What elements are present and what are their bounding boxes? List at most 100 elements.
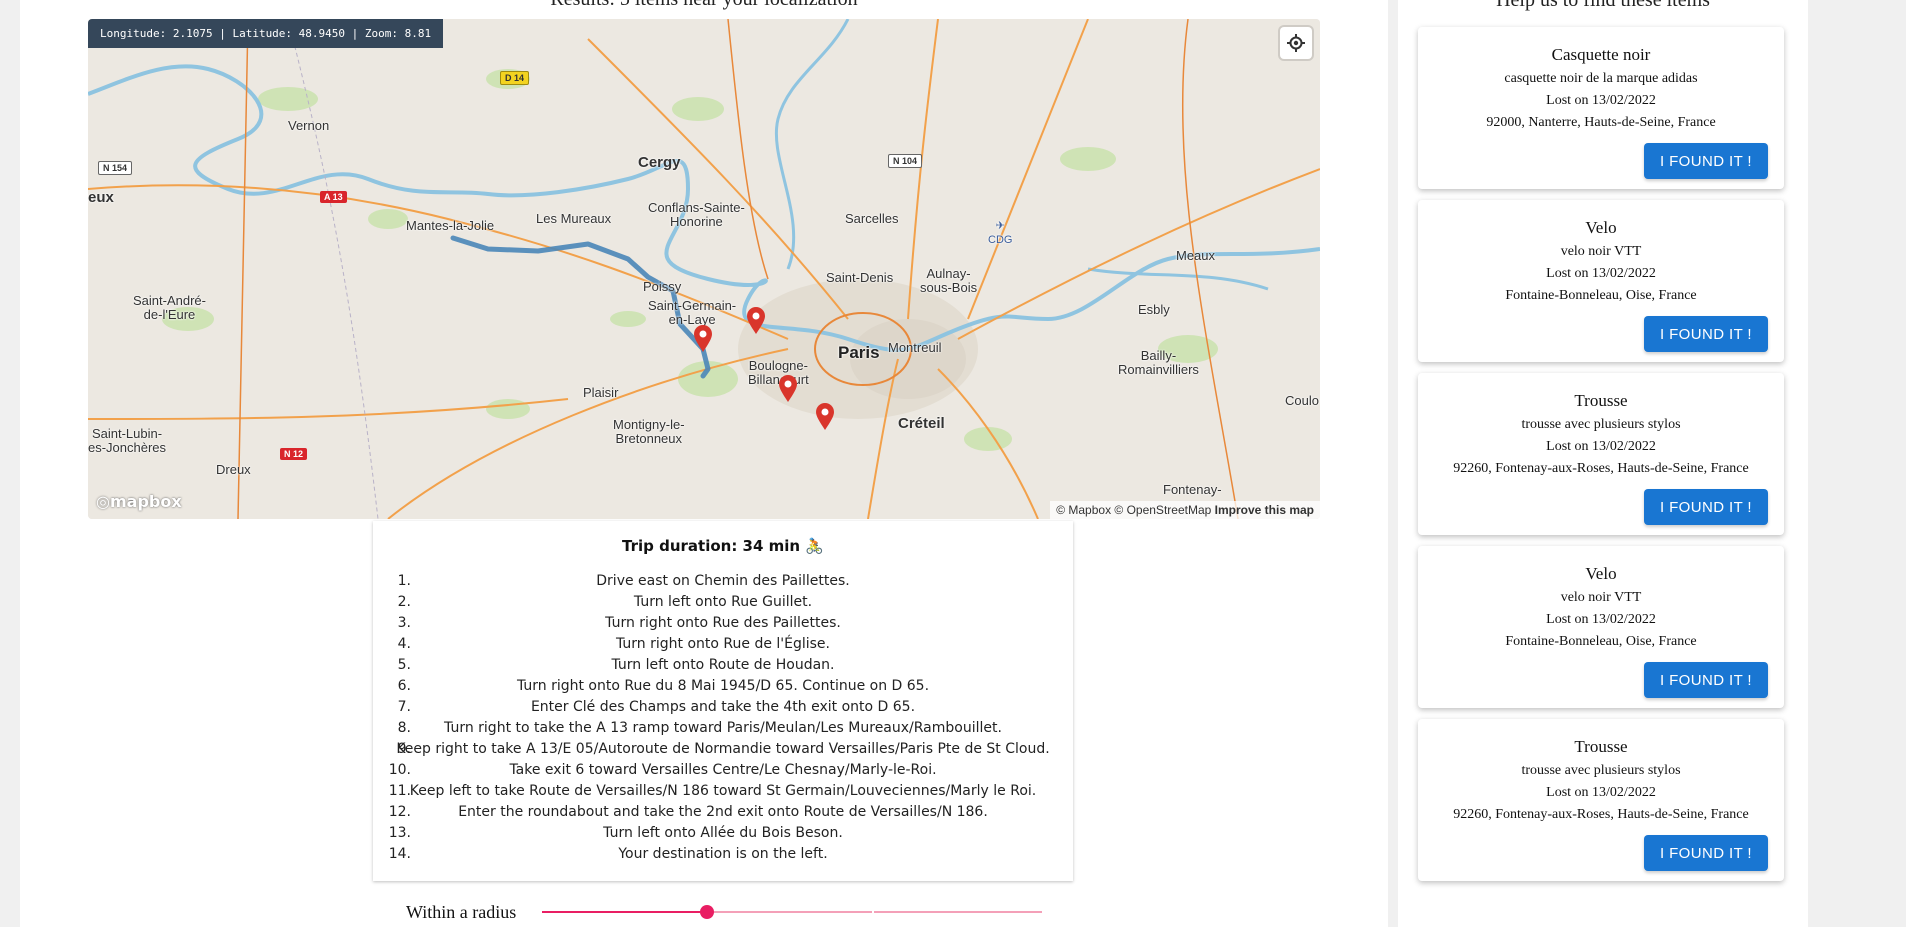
direction-step-text: Keep left to take Route de Versailles/N … (409, 783, 1037, 799)
lost-item-location: 92260, Fontenay-aux-Roses, Hauts-de-Sein… (1453, 461, 1749, 476)
left-panel: Results: 5 items near your localization (20, 0, 1388, 927)
map-attribution: © Mapbox © OpenStreetMap Improve this ma… (1050, 501, 1320, 519)
place-label: Sarcelles (845, 211, 899, 226)
place-label: Montigny-le- Bretonneux (613, 417, 685, 446)
place-label: Saint-Germain- en-Laye (648, 298, 737, 327)
i-found-it-button[interactable]: I FOUND IT ! (1643, 489, 1768, 525)
direction-step-text: Turn right onto Rue de l'Église. (615, 636, 830, 652)
i-found-it-button[interactable]: I FOUND IT ! (1643, 835, 1768, 871)
place-label: Coulo (1285, 393, 1319, 408)
mapbox-logo-text: mapbox (109, 492, 182, 511)
direction-step: 12. Enter the roundabout and take the 2nd… (373, 802, 1073, 823)
direction-step-number: 3. (397, 615, 411, 631)
direction-step-text: Drive east on Chemin des Paillettes. (596, 573, 850, 589)
place-label: Fontenay- (1163, 482, 1222, 497)
direction-step-number: 4. (397, 636, 411, 652)
direction-step: 8. Turn right to take the A 13 ramp towar… (373, 718, 1073, 739)
place-label: Bailly- Romainvilliers (1118, 348, 1199, 377)
lost-item-location: Fontaine-Bonneleau, Oise, France (1505, 634, 1697, 649)
mapbox-logo-icon: ◎ (96, 492, 110, 511)
i-found-it-button[interactable]: I FOUND IT ! (1643, 662, 1768, 698)
direction-step: 1. Drive east on Chemin des Paillettes. (373, 571, 1073, 592)
direction-step-text: Take exit 6 toward Versailles Centre/Le … (509, 762, 937, 778)
direction-step: 5. Turn left onto Route de Houdan. (373, 655, 1073, 676)
lost-item-title: Trousse (1574, 391, 1628, 410)
lost-item-card: Trousse trousse avec plusieurs stylos Lost… (1418, 373, 1784, 535)
item-marker-icon[interactable] (746, 307, 766, 335)
direction-step-number: 13. (388, 825, 411, 841)
lost-item-title: Casquette noir (1551, 45, 1651, 64)
place-label: Cergy (638, 154, 681, 171)
lost-item-description: velo noir VTT (1560, 590, 1642, 605)
lost-item-date: Lost on 13/02/2022 (1546, 785, 1656, 800)
direction-step-text: Turn left onto Allée du Bois Beson. (603, 825, 843, 841)
place-label: eux (88, 189, 114, 206)
i-found-it-button[interactable]: I FOUND IT ! (1643, 143, 1768, 179)
radius-label: Within a radius (406, 902, 517, 922)
map[interactable]: Longitude: 2.1075 | Latitude: 48.9450 | … (88, 19, 1320, 519)
item-marker-icon[interactable] (815, 403, 835, 431)
place-label: Poissy (643, 279, 682, 294)
direction-step: 14. Your destination is on the left. (373, 844, 1073, 865)
lost-item-card: Velo velo noir VTT Lost on 13/02/2022 Fonta… (1418, 546, 1784, 708)
lost-item-date: Lost on 13/02/2022 (1546, 612, 1656, 627)
item-marker-icon[interactable] (693, 325, 713, 353)
direction-step: 4. Turn right onto Rue de l'Église. (373, 634, 1073, 655)
geolocate-button[interactable] (1280, 27, 1312, 59)
direction-step: 9. Keep right to take A 13/E 05/Autoroute… (373, 739, 1073, 760)
road-shield: A 13 (320, 191, 347, 203)
lost-item-location: 92000, Nanterre, Hauts-de-Seine, France (1486, 115, 1716, 130)
place-label: Montreuil (888, 340, 942, 355)
trip-duration: Trip duration: 34 min 🚴 (622, 537, 824, 555)
direction-step: 10. Take exit 6 toward Versailles Centre/… (373, 760, 1073, 781)
lost-item-location: Fontaine-Bonneleau, Oise, France (1505, 288, 1697, 303)
place-label: Conflans-Sainte- Honorine (648, 200, 745, 229)
item-marker-icon[interactable] (778, 375, 798, 403)
place-label-paris: Paris (838, 343, 880, 362)
direction-step: 3. Turn right onto Rue des Paillettes. (373, 613, 1073, 634)
directions-list: 1. Drive east on Chemin des Paillettes. 2.… (373, 571, 1073, 865)
road-shield: N 12 (280, 448, 308, 460)
place-label: Saint-Denis (826, 270, 894, 285)
lost-item-title: Trousse (1574, 737, 1628, 756)
direction-step: 7. Enter Clé des Champs and take the 4th … (373, 697, 1073, 718)
direction-step-text: Turn right onto Rue des Paillettes. (605, 615, 841, 631)
lost-item-description: velo noir VTT (1560, 244, 1642, 259)
trip-directions-panel: Trip duration: 34 min 🚴 1. Drive east on … (373, 521, 1073, 881)
direction-step-text: Enter Clé des Champs and take the 4th ex… (530, 699, 916, 715)
road-shield: N 154 (98, 161, 133, 175)
lost-item-card: Velo velo noir VTT Lost on 13/02/2022 Fonta… (1418, 200, 1784, 362)
lost-item-date: Lost on 13/02/2022 (1546, 439, 1656, 454)
attribution-text[interactable]: © Mapbox © OpenStreetMap (1056, 503, 1211, 517)
lost-item-title: Velo (1585, 218, 1617, 237)
road-shield: D 14 (500, 71, 530, 85)
direction-step-number: 7. (397, 699, 411, 715)
results-title: Results: 5 items near your localization (20, 0, 1388, 11)
direction-step-number: 1. (397, 573, 411, 589)
direction-step-number: 11. (388, 783, 411, 799)
radius-slider[interactable] (542, 905, 1042, 919)
place-label: Vernon (288, 118, 330, 133)
direction-step-text: Enter the roundabout and take the 2nd ex… (458, 804, 988, 820)
radius-slider-thumb[interactable] (700, 905, 714, 919)
help-title: Help us to find these items (1496, 0, 1710, 11)
radius-slider-fill (542, 911, 707, 913)
direction-step-number: 9. (397, 741, 411, 757)
lost-item-date: Lost on 13/02/2022 (1546, 93, 1656, 108)
lost-item-location: 92260, Fontenay-aux-Roses, Hauts-de-Sein… (1453, 807, 1749, 822)
place-label: Créteil (898, 415, 945, 432)
place-label: Aulnay- sous-Bois (920, 266, 978, 295)
direction-step-text: Keep right to take A 13/E 05/Autoroute d… (396, 741, 1050, 757)
airport-label: ✈ CDG (988, 219, 1012, 247)
place-label: Esbly (1138, 302, 1170, 317)
mapbox-logo[interactable]: ◎mapbox (96, 492, 182, 511)
direction-step-text: Turn left onto Rue Guillet. (633, 594, 813, 610)
lost-item-description: trousse avec plusieurs stylos (1521, 417, 1681, 432)
improve-map-link[interactable]: Improve this map (1215, 503, 1314, 517)
direction-step-number: 2. (397, 594, 411, 610)
i-found-it-button[interactable]: I FOUND IT ! (1643, 316, 1768, 352)
map-background (88, 19, 1320, 519)
direction-step-text: Turn right to take the A 13 ramp toward … (444, 720, 1002, 736)
place-label: Meaux (1176, 248, 1216, 263)
place-label: Les Mureaux (536, 211, 612, 226)
